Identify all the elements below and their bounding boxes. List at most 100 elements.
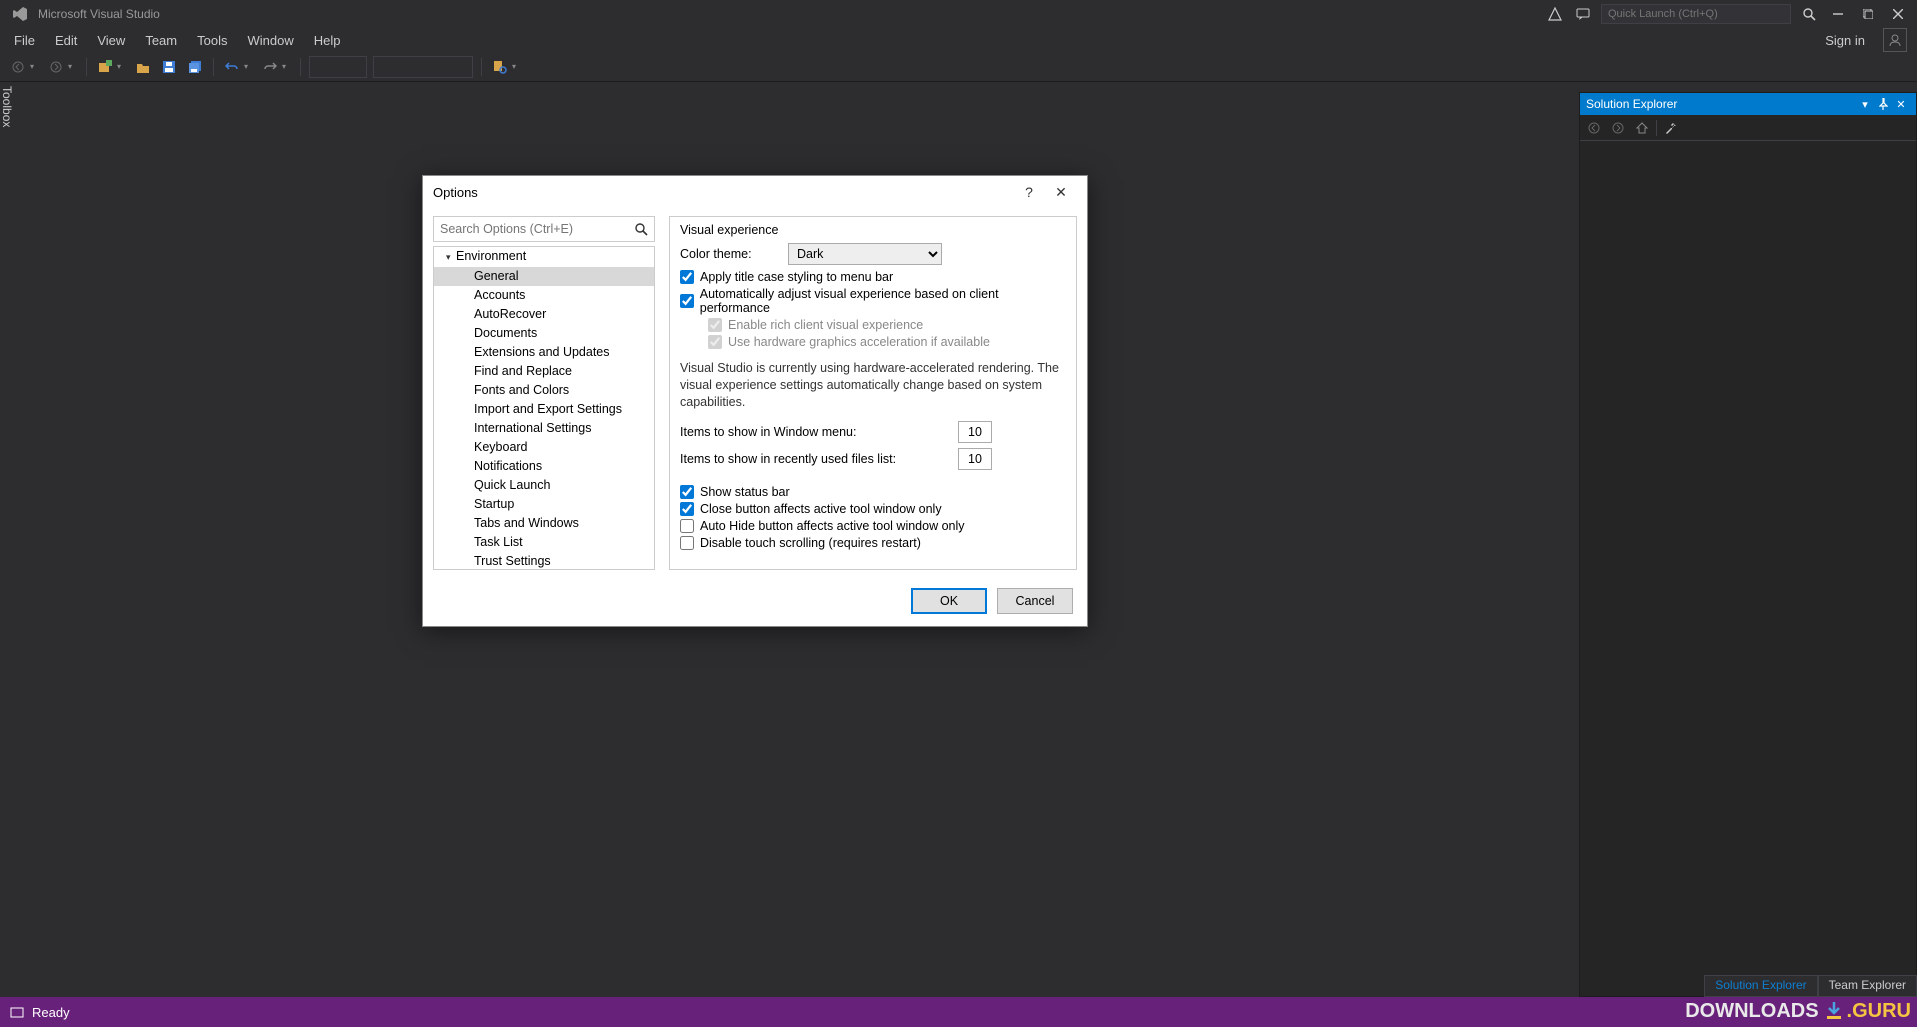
properties-icon[interactable] [1661, 118, 1681, 138]
chk-use-hw: Use hardware graphics acceleration if av… [708, 335, 1066, 349]
watermark: DOWNLOADS .GURU [1685, 995, 1911, 1027]
group-title: Visual experience [680, 223, 1066, 237]
status-icon [10, 1005, 24, 1019]
help-button[interactable]: ? [1013, 176, 1045, 208]
options-tree-pane: ▾Environment General Accounts AutoRecove… [433, 216, 655, 570]
tree-node-import-export[interactable]: Import and Export Settings [434, 400, 654, 419]
menu-view[interactable]: View [87, 31, 135, 50]
config-combo[interactable] [309, 56, 367, 78]
dropdown-icon[interactable]: ▾ [512, 62, 520, 71]
tree-node-documents[interactable]: Documents [434, 324, 654, 343]
find-in-files-icon[interactable] [488, 55, 512, 79]
dropdown-icon[interactable]: ▾ [30, 62, 38, 71]
notifications-icon[interactable] [1541, 0, 1569, 28]
home-icon[interactable] [1632, 118, 1652, 138]
forward-icon[interactable] [1608, 118, 1628, 138]
chk-show-status[interactable]: Show status bar [680, 485, 1066, 499]
tree-node-accounts[interactable]: Accounts [434, 286, 654, 305]
save-all-icon[interactable] [183, 55, 207, 79]
tree-node-notifications[interactable]: Notifications [434, 457, 654, 476]
save-icon[interactable] [157, 55, 181, 79]
nav-back-icon[interactable] [6, 55, 30, 79]
tree-node-quick-launch[interactable]: Quick Launch [434, 476, 654, 495]
solution-explorer-pane: Solution Explorer ▾ ✕ [1579, 92, 1917, 997]
tab-solution-explorer[interactable]: Solution Explorer [1704, 975, 1817, 997]
color-theme-select[interactable]: Dark [788, 243, 942, 265]
options-tree[interactable]: ▾Environment General Accounts AutoRecove… [433, 246, 655, 570]
menu-edit[interactable]: Edit [45, 31, 87, 50]
tree-node-autorecover[interactable]: AutoRecover [434, 305, 654, 324]
quick-launch-input[interactable] [1601, 4, 1791, 24]
menu-help[interactable]: Help [304, 31, 351, 50]
options-search-box[interactable] [433, 216, 655, 242]
open-file-icon[interactable] [131, 55, 155, 79]
dialog-title: Options [433, 185, 478, 200]
back-icon[interactable] [1584, 118, 1604, 138]
app-title: Microsoft Visual Studio [38, 7, 160, 21]
menu-bar: File Edit View Team Tools Window Help Si… [0, 28, 1917, 52]
status-text: Ready [32, 1005, 70, 1020]
user-icon[interactable] [1883, 28, 1907, 52]
menu-tools[interactable]: Tools [187, 31, 237, 50]
tree-node-trust[interactable]: Trust Settings [434, 552, 654, 570]
tree-node-keyboard[interactable]: Keyboard [434, 438, 654, 457]
dropdown-icon[interactable]: ▾ [68, 62, 76, 71]
toolbox-tab[interactable]: Toolbox [0, 82, 22, 142]
items-recent-input[interactable] [958, 448, 992, 470]
solution-explorer-title: Solution Explorer [1586, 97, 1677, 111]
close-pane-icon[interactable]: ✕ [1892, 98, 1910, 111]
nav-forward-icon[interactable] [44, 55, 68, 79]
info-text: Visual Studio is currently using hardwar… [680, 360, 1066, 411]
search-icon[interactable] [1795, 0, 1823, 28]
redo-icon[interactable] [258, 55, 282, 79]
options-search-input[interactable] [440, 222, 635, 236]
solution-explorer-header: Solution Explorer ▾ ✕ [1580, 93, 1916, 115]
maximize-button[interactable] [1853, 0, 1883, 28]
dropdown-icon[interactable]: ▾ [244, 62, 252, 71]
color-theme-label: Color theme: [680, 247, 788, 261]
tree-node-task-list[interactable]: Task List [434, 533, 654, 552]
dialog-close-button[interactable]: ✕ [1045, 176, 1077, 208]
close-button[interactable] [1883, 0, 1913, 28]
tree-node-fonts-colors[interactable]: Fonts and Colors [434, 381, 654, 400]
feedback-icon[interactable] [1569, 0, 1597, 28]
watermark-text: DOWNLOADS [1685, 1000, 1818, 1023]
tree-node-intl[interactable]: International Settings [434, 419, 654, 438]
chk-disable-touch[interactable]: Disable touch scrolling (requires restar… [680, 536, 1066, 550]
new-project-icon[interactable] [93, 55, 117, 79]
vs-logo-icon [12, 5, 30, 23]
sign-in-link[interactable]: Sign in [1813, 31, 1877, 50]
cancel-button[interactable]: Cancel [997, 588, 1073, 614]
undo-icon[interactable] [220, 55, 244, 79]
ok-button[interactable]: OK [911, 588, 987, 614]
standard-toolbar: ▾ ▾ ▾ ▾ ▾ ▾ [0, 52, 1917, 82]
tree-node-startup[interactable]: Startup [434, 495, 654, 514]
dropdown-icon[interactable]: ▾ [117, 62, 125, 71]
menu-window[interactable]: Window [237, 31, 303, 50]
chk-title-case[interactable]: Apply title case styling to menu bar [680, 270, 1066, 284]
tree-node-tabs-windows[interactable]: Tabs and Windows [434, 514, 654, 533]
tree-node-general[interactable]: General [434, 267, 654, 286]
window-pos-icon[interactable]: ▾ [1856, 98, 1874, 111]
tree-node-environment[interactable]: ▾Environment [434, 247, 654, 267]
options-dialog: Options ? ✕ ▾Environment General Account… [422, 175, 1088, 627]
chk-autohide-affects[interactable]: Auto Hide button affects active tool win… [680, 519, 1066, 533]
dropdown-icon[interactable]: ▾ [282, 62, 290, 71]
pin-icon[interactable] [1874, 98, 1892, 110]
menu-file[interactable]: File [4, 31, 45, 50]
dialog-footer: OK Cancel [423, 576, 1087, 626]
chk-enable-rich: Enable rich client visual experience [708, 318, 1066, 332]
tree-node-extensions[interactable]: Extensions and Updates [434, 343, 654, 362]
chevron-down-icon: ▾ [446, 249, 456, 266]
search-icon[interactable] [635, 223, 648, 236]
menu-team[interactable]: Team [135, 31, 187, 50]
platform-combo[interactable] [373, 56, 473, 78]
chk-close-affects[interactable]: Close button affects active tool window … [680, 502, 1066, 516]
items-recent-label: Items to show in recently used files lis… [680, 452, 896, 466]
minimize-button[interactable] [1823, 0, 1853, 28]
tab-team-explorer[interactable]: Team Explorer [1818, 975, 1917, 997]
items-window-input[interactable] [958, 421, 992, 443]
tree-node-find-replace[interactable]: Find and Replace [434, 362, 654, 381]
download-icon [1825, 1001, 1843, 1021]
chk-auto-adjust[interactable]: Automatically adjust visual experience b… [680, 287, 1066, 315]
